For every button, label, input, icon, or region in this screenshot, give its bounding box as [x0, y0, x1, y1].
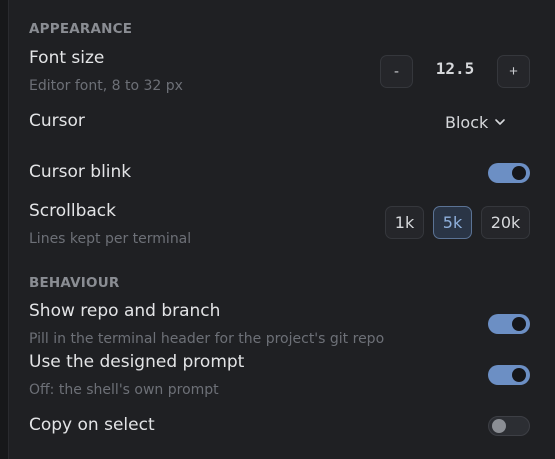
scrollback-option-5k[interactable]: 5k: [433, 206, 472, 239]
show-repo-description: Pill in the terminal header for the proj…: [29, 331, 385, 347]
copy-on-select-toggle[interactable]: [488, 416, 530, 436]
font-size-description: Editor font, 8 to 32 px: [29, 78, 183, 94]
designed-prompt-description: Off: the shell's own prompt: [29, 382, 219, 398]
font-size-increment-button[interactable]: +: [497, 55, 530, 88]
scrollback-option-20k[interactable]: 20k: [481, 206, 530, 239]
chevron-down-icon: [495, 119, 506, 125]
show-repo-label: Show repo and branch: [29, 301, 221, 321]
font-size-value: 12.5: [435, 59, 475, 78]
behaviour-heading: BEHAVIOUR: [29, 275, 120, 291]
appearance-heading: APPEARANCE: [29, 21, 133, 37]
toggle-knob: [512, 368, 526, 382]
cursor-style-dropdown[interactable]: Block: [445, 109, 506, 135]
show-repo-toggle[interactable]: [488, 314, 530, 334]
cursor-style-value: Block: [445, 112, 489, 132]
cursor-label: Cursor: [29, 111, 85, 131]
copy-on-select-label: Copy on select: [29, 415, 155, 435]
settings-panel: APPEARANCE Font size Editor font, 8 to 3…: [8, 0, 555, 459]
scrollback-label: Scrollback: [29, 201, 117, 221]
font-size-decrement-button[interactable]: -: [380, 55, 413, 88]
designed-prompt-label: Use the designed prompt: [29, 352, 245, 372]
toggle-knob: [492, 419, 506, 433]
cursor-blink-toggle[interactable]: [488, 163, 530, 183]
font-size-label: Font size: [29, 48, 105, 68]
scrollback-option-1k[interactable]: 1k: [385, 206, 424, 239]
toggle-knob: [512, 317, 526, 331]
designed-prompt-toggle[interactable]: [488, 365, 530, 385]
cursor-blink-label: Cursor blink: [29, 162, 132, 182]
scrollback-description: Lines kept per terminal: [29, 231, 192, 247]
toggle-knob: [512, 166, 526, 180]
